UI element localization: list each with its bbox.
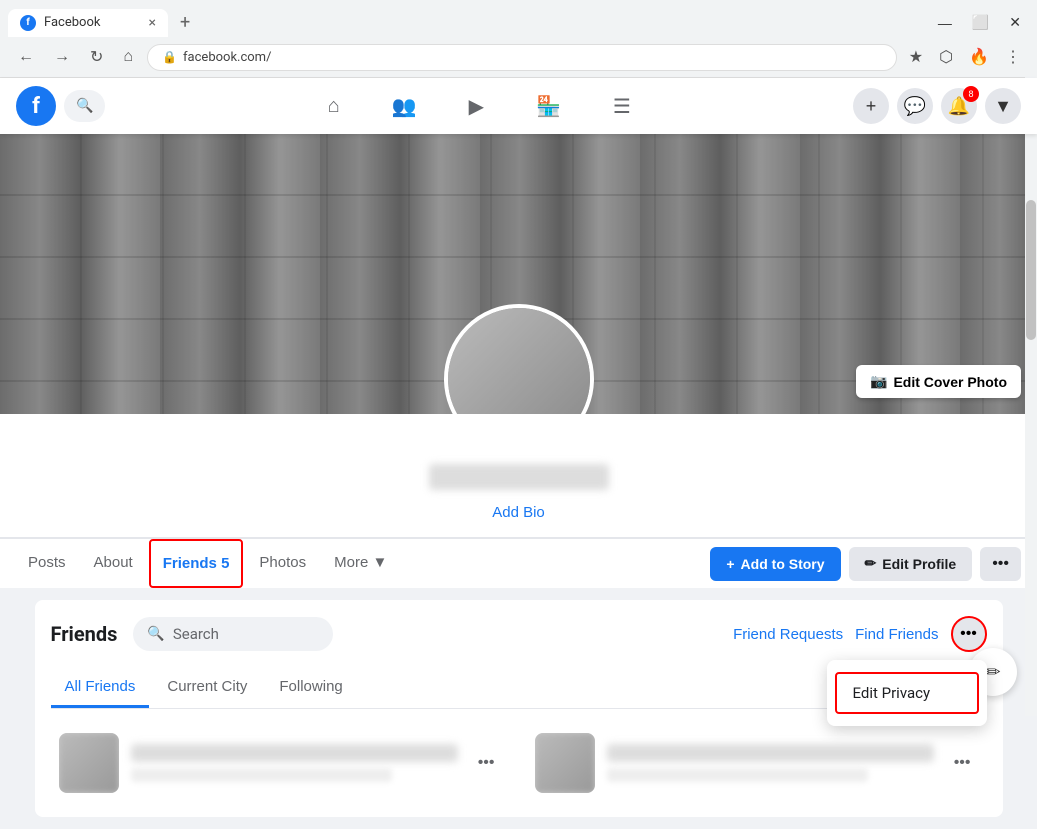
nav-notifications-button[interactable]: 🔔8	[941, 88, 977, 124]
facebook-logo[interactable]: f	[16, 86, 56, 126]
friends-search-placeholder: Search	[173, 625, 219, 643]
friends-more-button[interactable]: •••	[951, 616, 987, 652]
tab-following[interactable]: Following	[265, 668, 356, 708]
friend-more-button[interactable]: •••	[470, 750, 503, 776]
fire-button[interactable]: 🔥	[965, 43, 993, 71]
friends-header: Friends 🔍 Search Friend Requests Find Fr…	[51, 616, 987, 652]
friend-mutual	[131, 768, 393, 782]
plus-icon: +	[726, 556, 734, 572]
profile-more-button[interactable]: •••	[980, 547, 1021, 581]
nav-messenger-button[interactable]: 💬	[897, 88, 933, 124]
friend-info	[131, 744, 458, 782]
friends-search-icon: 🔍	[147, 626, 164, 642]
edit-privacy-dropdown: Edit Privacy	[827, 660, 987, 726]
nav-menu-button[interactable]: ☰	[589, 86, 655, 127]
tab-favicon: f	[20, 15, 36, 31]
cover-photo: 📷 📷 Edit Cover Photo	[0, 134, 1037, 414]
search-bar[interactable]: 🔍	[64, 90, 105, 122]
nav-item-about[interactable]: About	[82, 539, 145, 588]
address-bar[interactable]: 🔒 facebook.com/	[147, 44, 897, 71]
friend-card: •••	[527, 725, 987, 801]
friends-actions: Friend Requests Find Friends •••	[733, 616, 986, 652]
friend-card: •••	[51, 725, 511, 801]
facebook-navbar: f 🔍 ⌂ 👥 ▶ 🏪 ☰ + 💬 🔔8 ▼	[0, 78, 1037, 134]
forward-button[interactable]: →	[48, 44, 76, 70]
cover-section: 📷 📷 Edit Cover Photo Add Bio Posts About…	[0, 134, 1037, 588]
minimize-button[interactable]: —	[930, 12, 960, 33]
edit-profile-label: Edit Profile	[882, 556, 956, 572]
browser-address-bar: ← → ↻ ⌂ 🔒 facebook.com/ ★ ⬡ 🔥 ⋮	[0, 37, 1037, 77]
extension-button[interactable]: ⬡	[935, 43, 957, 71]
friends-grid: ••• •••	[51, 725, 987, 801]
friends-section: Friends 🔍 Search Friend Requests Find Fr…	[35, 600, 1003, 817]
nav-create-button[interactable]: +	[853, 88, 889, 124]
tab-current-city[interactable]: Current City	[153, 668, 261, 708]
nav-right-buttons: + 💬 🔔8 ▼	[853, 88, 1021, 124]
tab-all-friends[interactable]: All Friends	[51, 668, 150, 708]
address-text: facebook.com/	[183, 50, 882, 65]
scrollbar-thumb[interactable]	[1026, 200, 1036, 340]
add-story-label: Add to Story	[741, 556, 825, 572]
home-button[interactable]: ⌂	[117, 44, 139, 70]
edit-cover-photo-button[interactable]: 📷 Edit Cover Photo	[856, 365, 1021, 398]
profile-name	[429, 464, 609, 490]
profile-picture-container: 📷	[444, 304, 594, 414]
edit-cover-photo-label: Edit Cover Photo	[893, 374, 1007, 390]
tab-title: Facebook	[44, 15, 141, 30]
nav-center-icons: ⌂ 👥 ▶ 🏪 ☰	[113, 86, 845, 127]
back-button[interactable]: ←	[12, 44, 40, 70]
friend-name	[607, 744, 934, 762]
friend-requests-button[interactable]: Friend Requests	[733, 626, 843, 643]
nav-item-friends[interactable]: Friends 5	[149, 539, 244, 588]
edit-privacy-item[interactable]: Edit Privacy	[835, 672, 979, 714]
profile-nav: Posts About Friends 5 Photos More ▼ + Ad…	[0, 538, 1037, 588]
friend-name	[131, 744, 458, 762]
browser-title-bar: f Facebook × + — ⬜ ✕	[0, 0, 1037, 37]
nav-friends-button[interactable]: 👥	[368, 86, 441, 127]
pencil-icon: ✏	[865, 555, 877, 572]
browser-chrome: f Facebook × + — ⬜ ✕ ← → ↻ ⌂ 🔒 facebook.…	[0, 0, 1037, 78]
window-controls: — ⬜ ✕	[930, 12, 1029, 33]
new-tab-button[interactable]: +	[172, 8, 198, 37]
nav-item-posts[interactable]: Posts	[16, 539, 78, 588]
nav-item-more[interactable]: More ▼	[322, 539, 399, 588]
browser-right-icons: ★ ⬡ 🔥 ⋮	[905, 43, 1025, 71]
friend-avatar	[59, 733, 119, 793]
friend-info	[607, 744, 934, 782]
add-to-story-button[interactable]: + Add to Story	[710, 547, 840, 581]
nav-item-photos[interactable]: Photos	[247, 539, 318, 588]
friend-more-button[interactable]: •••	[946, 750, 979, 776]
profile-picture	[444, 304, 594, 414]
edit-profile-button[interactable]: ✏ Edit Profile	[849, 547, 973, 581]
friends-search-bar[interactable]: 🔍 Search	[133, 617, 333, 651]
nav-home-button[interactable]: ⌂	[304, 86, 364, 127]
add-bio-button[interactable]: Add Bio	[492, 504, 545, 521]
friend-mutual	[607, 768, 869, 782]
camera-icon: 📷	[870, 373, 887, 390]
friends-title: Friends	[51, 622, 118, 646]
nav-watch-button[interactable]: ▶	[445, 86, 508, 127]
more-dropdown-arrow: ▼	[372, 554, 387, 571]
search-icon: 🔍	[76, 98, 93, 114]
main-content: 📷 📷 Edit Cover Photo Add Bio Posts About…	[0, 134, 1037, 817]
find-friends-button[interactable]: Find Friends	[855, 626, 938, 643]
browser-tab[interactable]: f Facebook ×	[8, 9, 168, 37]
nav-account-button[interactable]: ▼	[985, 88, 1021, 124]
browser-more-button[interactable]: ⋮	[1001, 43, 1025, 71]
profile-nav-left: Posts About Friends 5 Photos More ▼	[16, 539, 399, 588]
friend-avatar	[535, 733, 595, 793]
profile-nav-right: + Add to Story ✏ Edit Profile •••	[710, 547, 1021, 581]
refresh-button[interactable]: ↻	[84, 43, 109, 71]
profile-info: Add Bio	[0, 414, 1037, 537]
nav-marketplace-button[interactable]: 🏪	[512, 86, 585, 127]
maximize-button[interactable]: ⬜	[964, 12, 997, 33]
bookmark-button[interactable]: ★	[905, 43, 927, 71]
tab-close-icon[interactable]: ×	[149, 15, 156, 31]
